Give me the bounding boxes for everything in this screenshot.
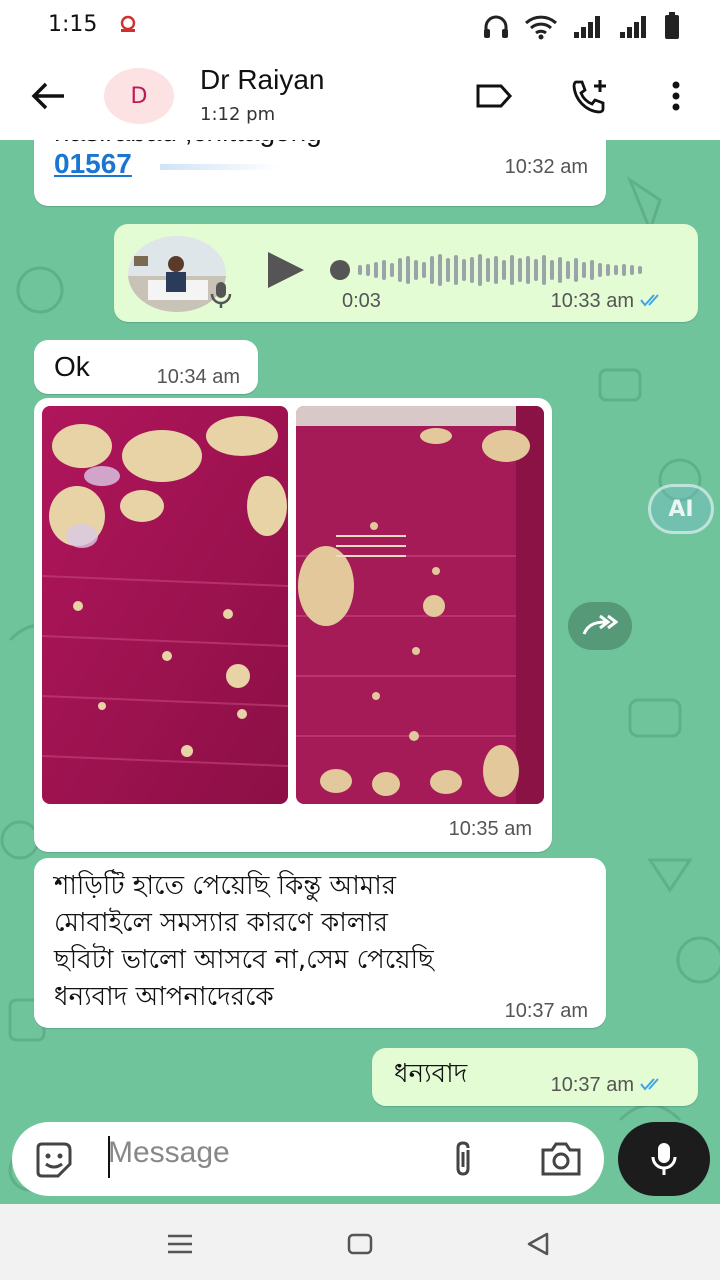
contact-status: 1:12 pm [200,104,276,125]
forward-button[interactable] [568,602,632,650]
message-bubble-incoming[interactable]: শাড়িটি হাতে পেয়েছি কিন্তু আমার মোবাইলে… [34,858,606,1028]
triangle-back-icon [527,1232,549,1256]
sticker-icon [36,1142,72,1178]
add-call-button[interactable] [570,76,610,116]
arrow-left-icon [31,82,64,110]
message-time: 10:34 am [156,366,240,388]
system-nav-bar [0,1204,720,1280]
voice-message-bubble[interactable]: 0:03 10:33 am [114,224,698,322]
saree-image-2[interactable] [296,406,544,804]
battery-icon [664,12,680,44]
avatar[interactable]: D [104,68,174,124]
notification-icon [118,14,136,32]
more-options-button[interactable] [656,76,696,116]
microphone-icon [651,1143,677,1175]
ai-assistant-button[interactable]: AI [648,484,714,534]
message-text: Ok [54,351,90,382]
label-button[interactable] [474,76,514,116]
audio-waveform[interactable] [330,252,660,288]
menu-lines-icon [168,1234,192,1254]
status-time: 1:15 [48,12,98,37]
phone-plus-icon [572,80,606,114]
message-time: 10:35 am [448,818,532,840]
message-text-line: ছবিটা ভালো আসবে না,সেম পেয়েছি [54,945,434,975]
message-text-line: মোবাইলে সমস্যার কারণে কালার [54,908,388,938]
message-bubble-incoming[interactable]: Ok 10:34 am [34,340,258,394]
camera-button[interactable] [540,1142,582,1180]
message-bubble-incoming[interactable]: nasirabad ,chittagong 01567 10:32 am [34,140,606,206]
signal-icon-1 [572,14,604,44]
headphones-icon [482,14,510,44]
back-button[interactable] [26,74,70,118]
microphone-badge-icon [210,280,232,314]
redaction-mark [160,164,280,170]
message-time: 10:37 am [551,1074,666,1097]
message-composer[interactable]: Message [12,1122,604,1196]
chat-area[interactable]: nasirabad ,chittagong 01567 10:32 am [0,140,720,1204]
contact-name[interactable]: Dr Raiyan [200,64,324,96]
image-album-bubble[interactable]: 10:35 am [34,398,552,852]
status-bar: 1:15 [0,0,720,52]
signal-icon-2 [618,14,650,44]
play-button[interactable] [264,250,308,294]
paperclip-icon [456,1141,470,1176]
recents-button[interactable] [160,1224,200,1264]
message-input[interactable]: Message [108,1136,230,1170]
message-time: 10:32 am [504,156,588,178]
camera-icon [541,1142,581,1176]
message-time: 10:37 am [504,1000,588,1022]
home-square-icon [347,1233,373,1255]
double-check-icon [640,290,666,313]
message-text-line: ধন্যবাদ আপনাদেরকে [54,982,274,1012]
label-icon [476,84,513,108]
sticker-button[interactable] [34,1142,74,1182]
back-nav-button[interactable] [518,1224,558,1264]
voice-duration: 0:03 [342,290,381,312]
forward-icon [582,614,618,635]
saree-image-1[interactable] [42,406,288,804]
voice-record-button[interactable] [618,1122,710,1196]
home-button[interactable] [340,1224,380,1264]
message-time: 10:33 am [551,290,666,313]
more-vert-icon [672,81,680,111]
message-text-line: শাড়িটি হাতে পেয়েছি কিন্তু আমার [54,871,397,901]
double-check-icon [640,1074,666,1097]
message-text: ধন্যবাদ [394,1059,468,1089]
wifi-icon [524,14,558,44]
phone-link[interactable]: 01567 [54,148,132,180]
play-icon [268,252,304,288]
chat-header: D Dr Raiyan 1:12 pm [0,52,720,140]
message-bubble-outgoing[interactable]: ধন্যবাদ 10:37 am [372,1048,698,1106]
attach-button[interactable] [448,1140,478,1182]
